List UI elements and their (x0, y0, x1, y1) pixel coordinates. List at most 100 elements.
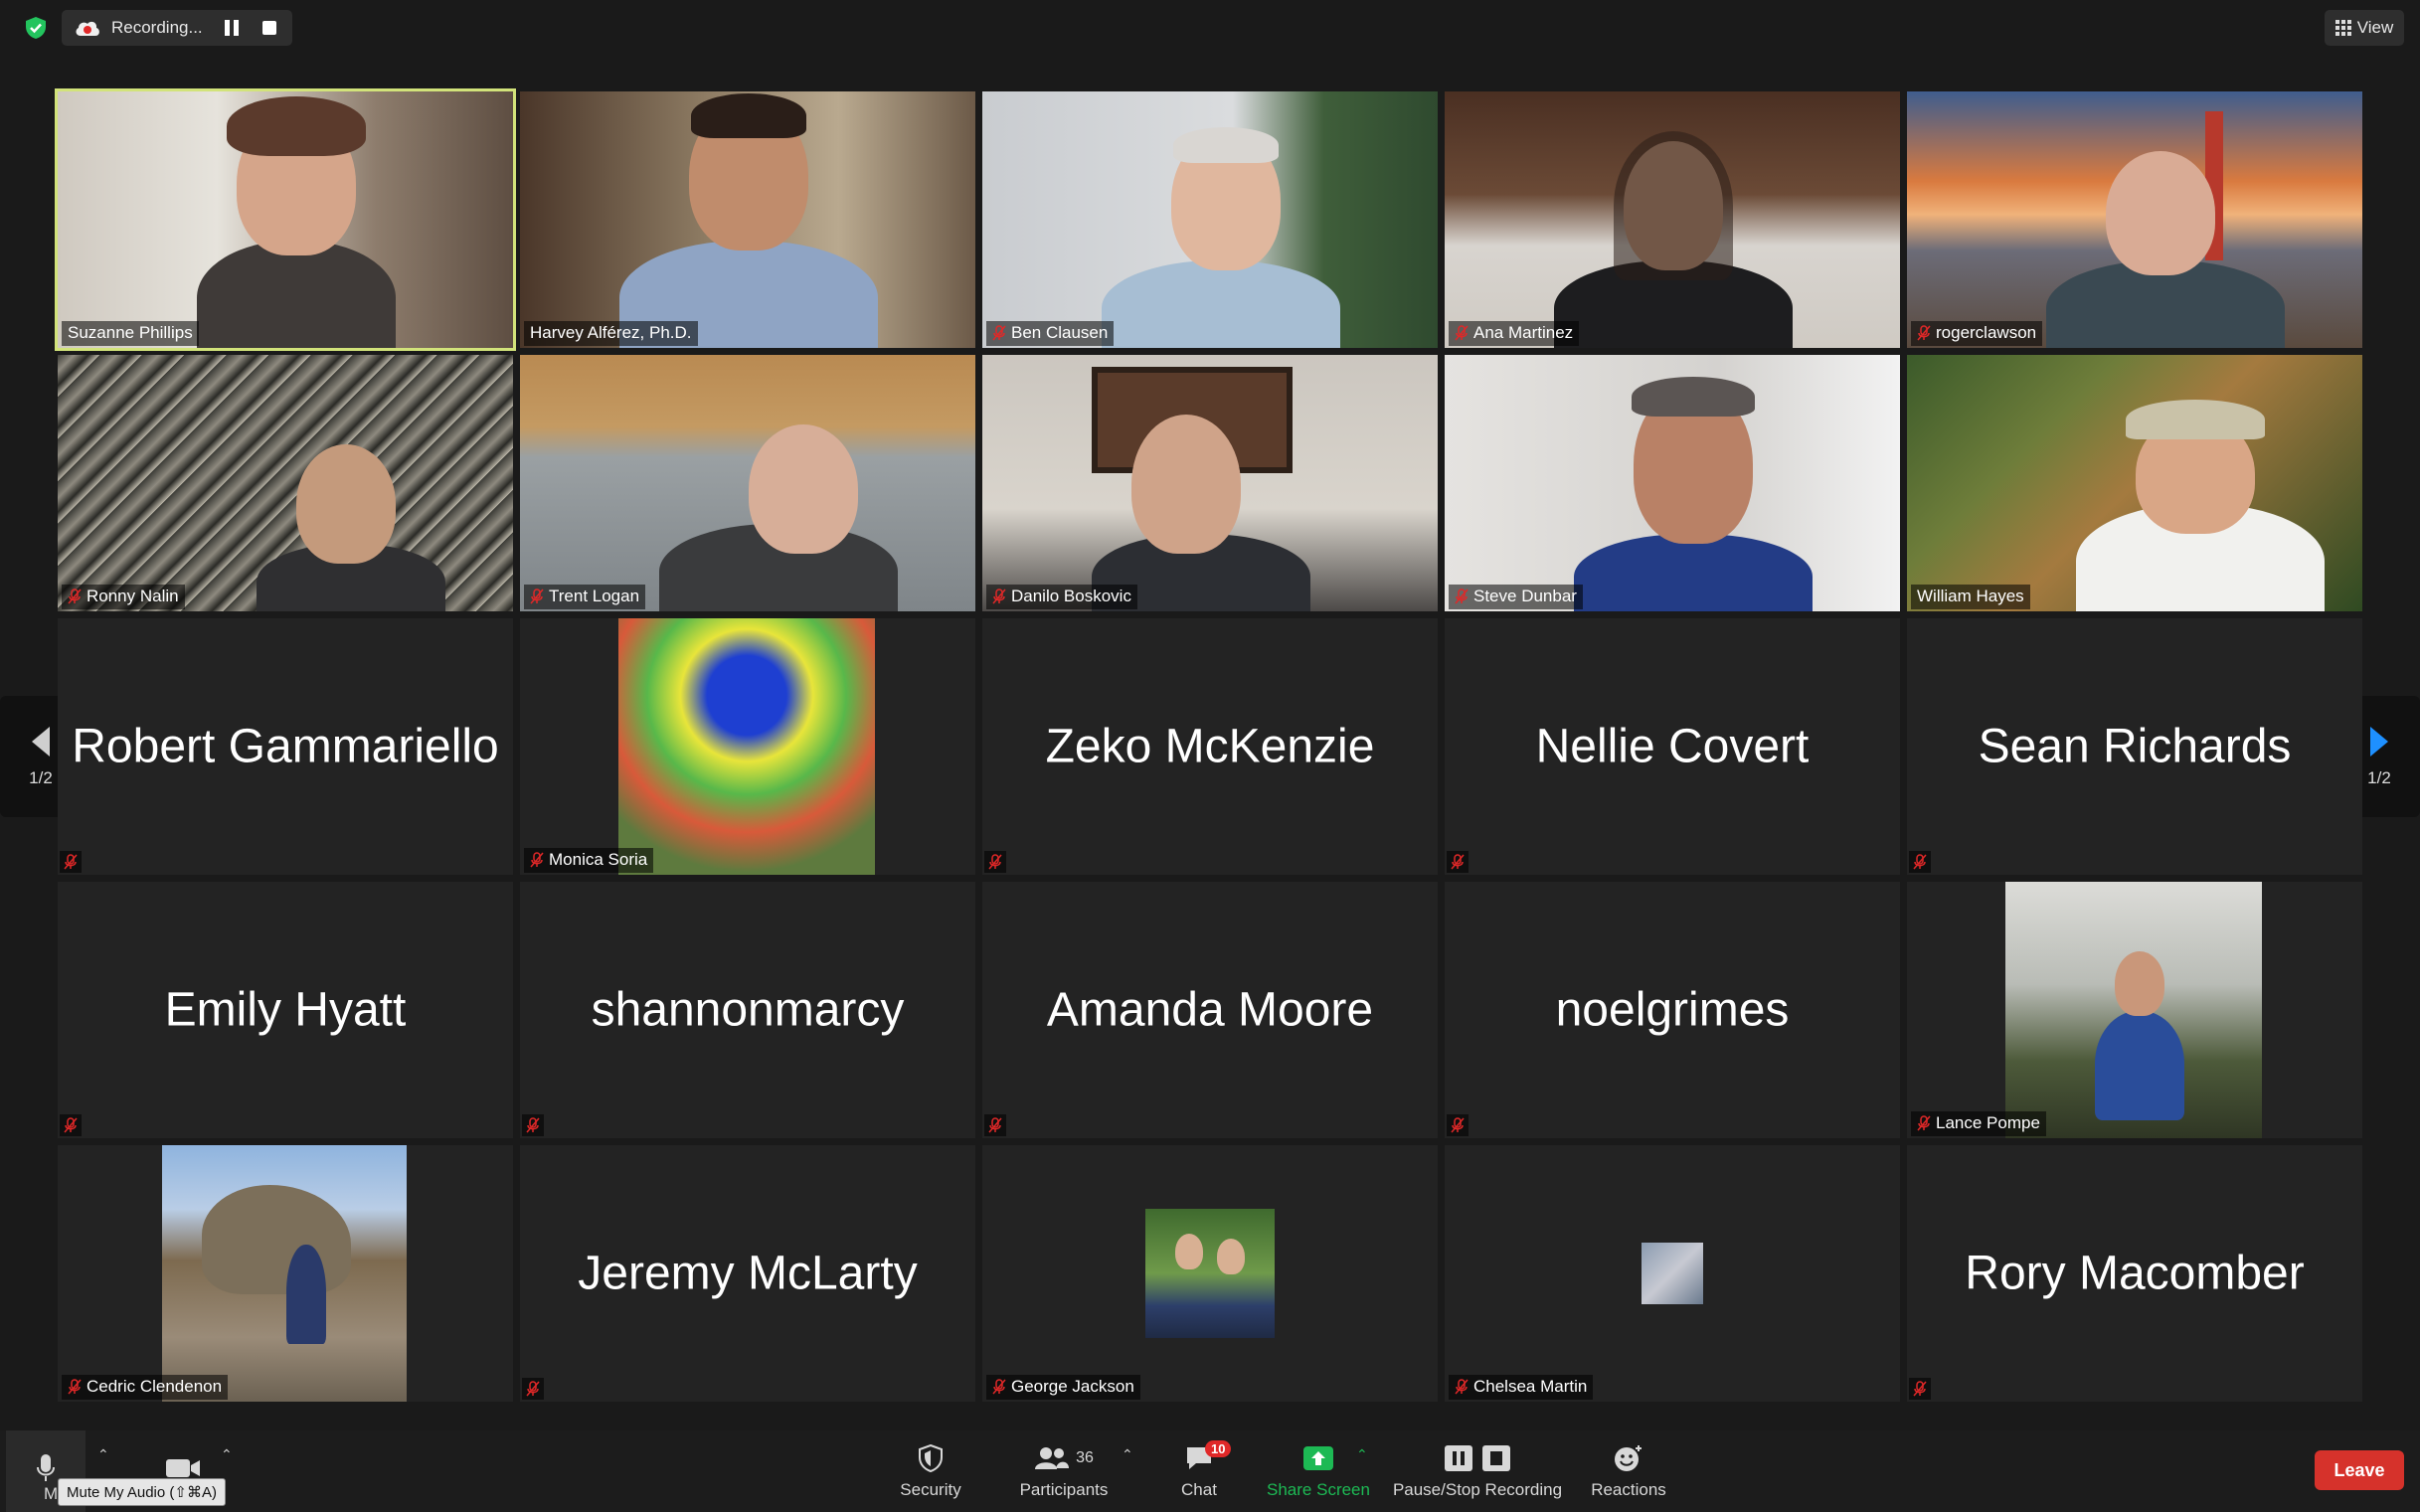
share-screen-button[interactable]: Share Screen (1259, 1430, 1378, 1512)
audio-options-caret-icon[interactable]: ⌃ (97, 1446, 109, 1463)
muted-mic-icon (1909, 851, 1931, 873)
participant-display-name: Sean Richards (1978, 720, 2292, 773)
participant-tile[interactable]: shannonmarcy (520, 882, 975, 1138)
share-screen-label: Share Screen (1267, 1480, 1370, 1499)
mute-button-label: M (44, 1484, 59, 1503)
participant-name-label: Chelsea Martin (1449, 1375, 1594, 1400)
video-feed (58, 91, 513, 348)
muted-mic-icon (992, 588, 1006, 604)
recording-indicator[interactable]: Recording... (62, 10, 292, 46)
participant-tile[interactable]: noelgrimes (1445, 882, 1900, 1138)
recording-label: Recording... (111, 18, 203, 37)
muted-mic-icon (992, 325, 1006, 341)
participants-icon (1035, 1447, 1070, 1469)
participant-tile[interactable]: Monica Soria (520, 618, 975, 875)
muted-mic-icon (68, 588, 82, 604)
chat-unread-badge: 10 (1205, 1440, 1232, 1457)
participant-tile[interactable]: Amanda Moore (982, 882, 1438, 1138)
reactions-button[interactable]: Reactions (1587, 1430, 1670, 1512)
participants-label: Participants (1019, 1480, 1109, 1499)
pause-icon (1445, 1445, 1472, 1471)
security-button[interactable]: Security (891, 1430, 970, 1512)
muted-mic-icon (530, 588, 544, 604)
participant-tile[interactable]: George Jackson (982, 1145, 1438, 1402)
view-button[interactable]: View (2325, 10, 2404, 46)
leave-button[interactable]: Leave (2315, 1450, 2404, 1490)
profile-picture (162, 1145, 407, 1402)
participant-tile[interactable]: Ben Clausen (982, 91, 1438, 348)
video-feed (1445, 91, 1900, 348)
participant-tile[interactable]: Zeko McKenzie (982, 618, 1438, 875)
stop-recording-icon[interactable] (262, 21, 276, 35)
muted-mic-icon (522, 1114, 544, 1136)
participant-tile[interactable]: Robert Gammariello (58, 618, 513, 875)
page-indicator-left: 1/2 (29, 768, 53, 787)
participant-tile[interactable]: Emily Hyatt (58, 882, 513, 1138)
top-bar: Recording... View (0, 0, 2420, 56)
participant-display-name: Nellie Covert (1535, 720, 1810, 773)
participant-tile[interactable]: Steve Dunbar (1445, 355, 1900, 611)
muted-mic-icon (1909, 1378, 1931, 1400)
security-label: Security (900, 1480, 961, 1499)
participant-tile[interactable]: Sean Richards (1907, 618, 2362, 875)
participants-count: 36 (1076, 1449, 1094, 1466)
muted-mic-icon (1917, 1115, 1931, 1131)
participant-display-name: Rory Macomber (1965, 1247, 2305, 1300)
profile-picture (1642, 1243, 1703, 1304)
participant-name-label: Danilo Boskovic (986, 585, 1137, 609)
shield-check-icon[interactable] (24, 16, 48, 40)
cloud-recording-icon (76, 21, 99, 36)
participant-tile[interactable]: Harvey Alférez, Ph.D. (520, 91, 975, 348)
profile-picture (1145, 1209, 1275, 1338)
muted-mic-icon (530, 852, 544, 868)
video-feed (520, 91, 975, 348)
participant-tile[interactable]: William Hayes (1907, 355, 2362, 611)
video-options-caret-icon[interactable]: ⌃ (221, 1446, 233, 1463)
participants-options-caret-icon[interactable]: ⌃ (1122, 1446, 1133, 1463)
muted-mic-icon (1447, 851, 1469, 873)
muted-mic-icon (1455, 588, 1469, 604)
participant-gallery: Suzanne Phillips Harvey Alférez, Ph.D. B… (55, 88, 2362, 1402)
video-feed (982, 355, 1438, 611)
pause-recording-icon[interactable] (225, 20, 239, 36)
share-options-caret-icon[interactable]: ⌃ (1356, 1446, 1368, 1463)
participant-name-label: Harvey Alférez, Ph.D. (524, 321, 698, 346)
chat-label: Chat (1181, 1480, 1217, 1499)
participant-name-label: Steve Dunbar (1449, 585, 1583, 609)
participant-tile[interactable]: Trent Logan (520, 355, 975, 611)
participant-tile[interactable]: Jeremy McLarty (520, 1145, 975, 1402)
pause-stop-recording-label: Pause/Stop Recording (1392, 1480, 1563, 1499)
participant-tile[interactable]: Lance Pompe (1907, 882, 2362, 1138)
participant-tile[interactable]: Danilo Boskovic (982, 355, 1438, 611)
video-feed (1907, 355, 2362, 611)
muted-mic-icon (522, 1378, 544, 1400)
participant-tile[interactable]: Cedric Clendenon (58, 1145, 513, 1402)
muted-mic-icon (1455, 1379, 1469, 1395)
muted-mic-icon (1455, 325, 1469, 341)
participant-tile[interactable]: Nellie Covert (1445, 618, 1900, 875)
participant-tile[interactable]: Suzanne Phillips (55, 88, 516, 351)
participant-tile[interactable]: rogerclawson (1907, 91, 2362, 348)
video-feed (520, 355, 975, 611)
page-indicator-right: 1/2 (2367, 768, 2391, 787)
participant-name-label: George Jackson (986, 1375, 1140, 1400)
muted-mic-icon (984, 851, 1006, 873)
video-feed (1445, 355, 1900, 611)
participant-tile[interactable]: Rory Macomber (1907, 1145, 2362, 1402)
stop-icon (1482, 1445, 1510, 1471)
participant-name-label: Trent Logan (524, 585, 646, 609)
profile-picture (618, 618, 875, 875)
muted-mic-icon (60, 851, 82, 873)
muted-mic-icon (1917, 325, 1931, 341)
pause-stop-recording-button[interactable]: Pause/Stop Recording (1388, 1430, 1567, 1512)
view-button-label: View (2356, 18, 2394, 37)
participant-name-label: Lance Pompe (1911, 1111, 2046, 1136)
participant-display-name: Zeko McKenzie (1045, 720, 1375, 773)
participant-tile[interactable]: Ana Martinez (1445, 91, 1900, 348)
participants-button[interactable]: 36 Participants (1014, 1430, 1114, 1512)
participant-name-label: rogerclawson (1911, 321, 2043, 346)
participant-name-label: Ronny Nalin (62, 585, 185, 609)
participant-tile[interactable]: Ronny Nalin (58, 355, 513, 611)
muted-mic-icon (60, 1114, 82, 1136)
participant-tile[interactable]: Chelsea Martin (1445, 1145, 1900, 1402)
